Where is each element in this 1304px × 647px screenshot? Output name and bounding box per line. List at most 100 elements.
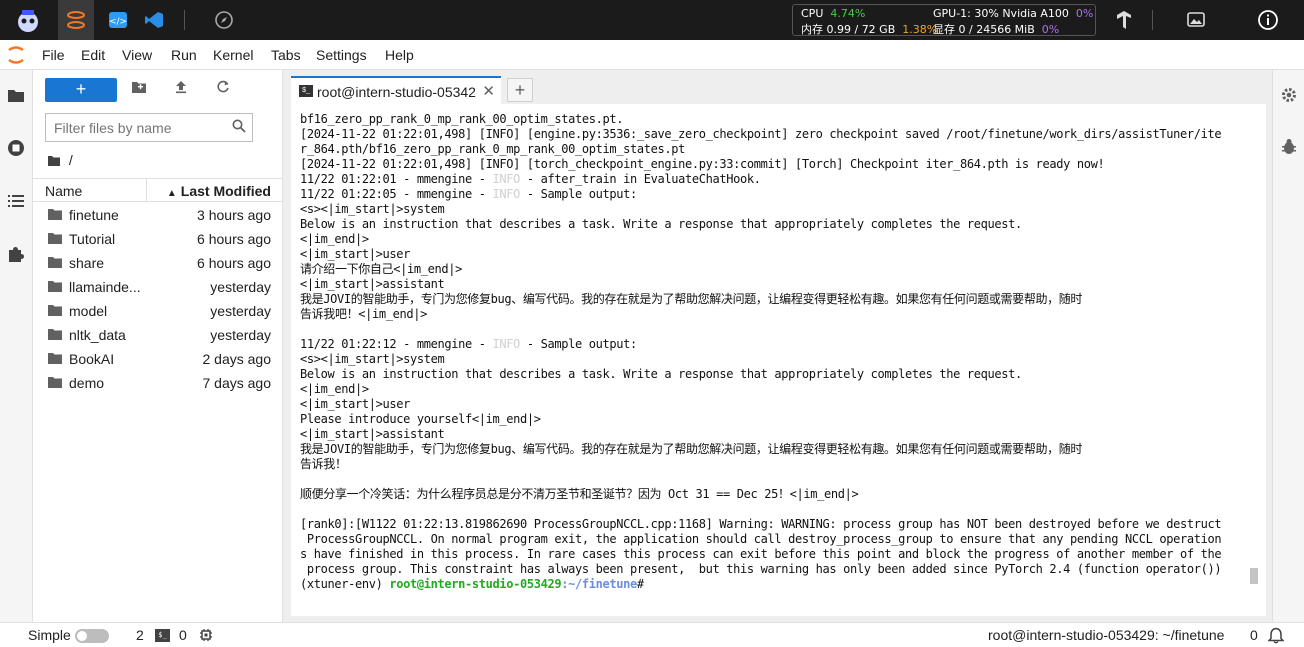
- kernel-count[interactable]: 2: [136, 627, 144, 643]
- terminal-line: <|im_start|>user: [300, 247, 410, 261]
- cpu-chip-icon[interactable]: [199, 628, 213, 645]
- file-name: model: [69, 303, 108, 319]
- file-row[interactable]: BookAI 2 days ago: [33, 347, 283, 371]
- status-bar: Simple 2 $_ 0 root@intern-studio-053429:…: [0, 622, 1304, 647]
- column-name-header[interactable]: Name: [45, 183, 82, 199]
- file-filter-input[interactable]: [46, 114, 226, 141]
- refresh-icon[interactable]: [213, 80, 233, 100]
- info-icon[interactable]: [1254, 6, 1282, 34]
- menu-settings[interactable]: Settings: [316, 47, 367, 63]
- search-icon: [232, 119, 246, 136]
- file-row[interactable]: Tutorial 6 hours ago: [33, 227, 283, 251]
- file-row[interactable]: llamainde... yesterday: [33, 275, 283, 299]
- robot-logo-icon[interactable]: [12, 4, 44, 36]
- system-monitor: CPU 4.74% 内存 0.99 / 72 GB 1.38% GPU-1: 3…: [792, 4, 1096, 36]
- log-message: - after_train in EvaluateChatHook.: [520, 172, 761, 186]
- terminal-count-icon: $_: [155, 629, 170, 642]
- jupyter-logo-icon: [6, 44, 26, 66]
- terminal-line: 告诉我！: [300, 457, 347, 471]
- main-area: $_ root@intern-studio-05342 ✕ + bf16_zer…: [283, 70, 1272, 622]
- terminal-line: <|im_end|>: [300, 382, 369, 396]
- terminal-line: Please introduce yourself<|im_end|>: [300, 412, 541, 426]
- code-editor-icon[interactable]: </>: [104, 6, 132, 34]
- new-folder-icon[interactable]: [129, 80, 149, 100]
- simple-mode-toggle[interactable]: [75, 629, 109, 643]
- folder-icon[interactable]: [5, 84, 27, 106]
- vscode-icon[interactable]: [140, 6, 168, 34]
- menu-view[interactable]: View: [122, 47, 152, 63]
- menu-file[interactable]: File: [42, 47, 65, 63]
- scrollbar-thumb[interactable]: [1250, 568, 1258, 584]
- column-modified-label: Last Modified: [180, 183, 271, 199]
- breadcrumb-folder-icon[interactable]: [47, 154, 61, 170]
- new-launcher-button[interactable]: +: [45, 78, 117, 102]
- file-row[interactable]: demo 7 days ago: [33, 371, 283, 395]
- table-of-contents-icon[interactable]: [5, 190, 27, 212]
- log-prefix: 11/22 01:22:05 - mmengine -: [300, 187, 493, 201]
- breadcrumb-root[interactable]: /: [69, 152, 73, 168]
- file-modified: yesterday: [210, 303, 271, 319]
- extensions-puzzle-icon[interactable]: [5, 243, 27, 265]
- tensorflow-icon[interactable]: [1110, 6, 1138, 34]
- menu-tabs[interactable]: Tabs: [271, 47, 301, 63]
- settings-gear-icon[interactable]: [1279, 86, 1299, 106]
- tab-terminal[interactable]: $_ root@intern-studio-05342 ✕: [291, 76, 501, 104]
- terminal-line: 11/22 01:22:05 - mmengine - INFO - Sampl…: [300, 187, 1245, 202]
- folder-icon: [47, 208, 63, 221]
- compass-icon[interactable]: [210, 6, 238, 34]
- column-modified-header[interactable]: ▲ Last Modified: [167, 183, 271, 199]
- file-name: share: [69, 255, 105, 271]
- folder-icon: [47, 280, 63, 293]
- file-modified: 7 days ago: [202, 375, 272, 391]
- folder-icon: [47, 256, 63, 269]
- folder-icon: [47, 328, 63, 341]
- file-name: finetune: [69, 207, 119, 223]
- file-row[interactable]: model yesterday: [33, 299, 283, 323]
- close-icon[interactable]: ✕: [482, 82, 495, 100]
- menu-edit[interactable]: Edit: [81, 47, 105, 63]
- log-prefix: 11/22 01:22:01 - mmengine -: [300, 172, 493, 186]
- cpu-label: CPU: [801, 7, 824, 20]
- terminal-output: bf16_zero_pp_rank_0_mp_rank_00_optim_sta…: [300, 112, 1245, 592]
- running-kernels-icon[interactable]: [5, 137, 27, 159]
- terminal-line: Below is an instruction that describes a…: [300, 367, 1022, 381]
- terminal-count[interactable]: 0: [179, 627, 187, 643]
- folder-icon: [47, 352, 63, 365]
- notification-count[interactable]: 0: [1250, 627, 1258, 643]
- tab-bar: $_ root@intern-studio-05342 ✕ +: [291, 74, 1266, 104]
- terminal-line: 我是JOVI的智能助手，专门为您修复bug、编写代码。我的存在就是为了帮助您解决…: [300, 292, 1083, 306]
- left-sidebar: [0, 70, 33, 622]
- sort-ascending-icon: ▲: [166, 188, 177, 199]
- debugger-bug-icon[interactable]: [1279, 138, 1299, 158]
- terminal-line: 我是JOVI的智能助手，专门为您修复bug、编写代码。我的存在就是为了帮助您解决…: [300, 442, 1083, 456]
- folder-icon: [47, 376, 63, 389]
- bell-icon[interactable]: [1267, 627, 1285, 647]
- menu-run[interactable]: Run: [171, 47, 197, 63]
- toggle-knob: [77, 631, 87, 641]
- breadcrumb: /: [47, 152, 73, 170]
- file-name: nltk_data: [69, 327, 126, 343]
- simple-mode-label: Simple: [28, 627, 71, 643]
- terminal[interactable]: bf16_zero_pp_rank_0_mp_rank_00_optim_sta…: [291, 104, 1266, 616]
- file-row[interactable]: finetune 3 hours ago: [33, 203, 283, 227]
- terminal-line: <|im_start|>user: [300, 397, 410, 411]
- terminal-scrollbar[interactable]: [1250, 108, 1260, 604]
- jupyter-app-icon[interactable]: [58, 0, 94, 40]
- file-row[interactable]: nltk_data yesterday: [33, 323, 283, 347]
- file-row[interactable]: share 6 hours ago: [33, 251, 283, 275]
- terminal-line: 11/22 01:22:01 - mmengine - INFO - after…: [300, 172, 1245, 187]
- new-tab-button[interactable]: +: [507, 78, 533, 102]
- file-modified: yesterday: [210, 327, 271, 343]
- file-filter-box: [45, 113, 253, 142]
- menu-bar: File Edit View Run Kernel Tabs Settings …: [0, 40, 1304, 70]
- column-divider[interactable]: [146, 179, 147, 201]
- upload-icon[interactable]: [171, 80, 191, 100]
- menu-kernel[interactable]: Kernel: [213, 47, 253, 63]
- menu-help[interactable]: Help: [385, 47, 414, 63]
- terminal-line: <|im_end|>: [300, 232, 369, 246]
- gpu-value: 0%: [1075, 7, 1094, 20]
- image-settings-icon[interactable]: [1182, 6, 1210, 34]
- file-modified: 2 days ago: [202, 351, 272, 367]
